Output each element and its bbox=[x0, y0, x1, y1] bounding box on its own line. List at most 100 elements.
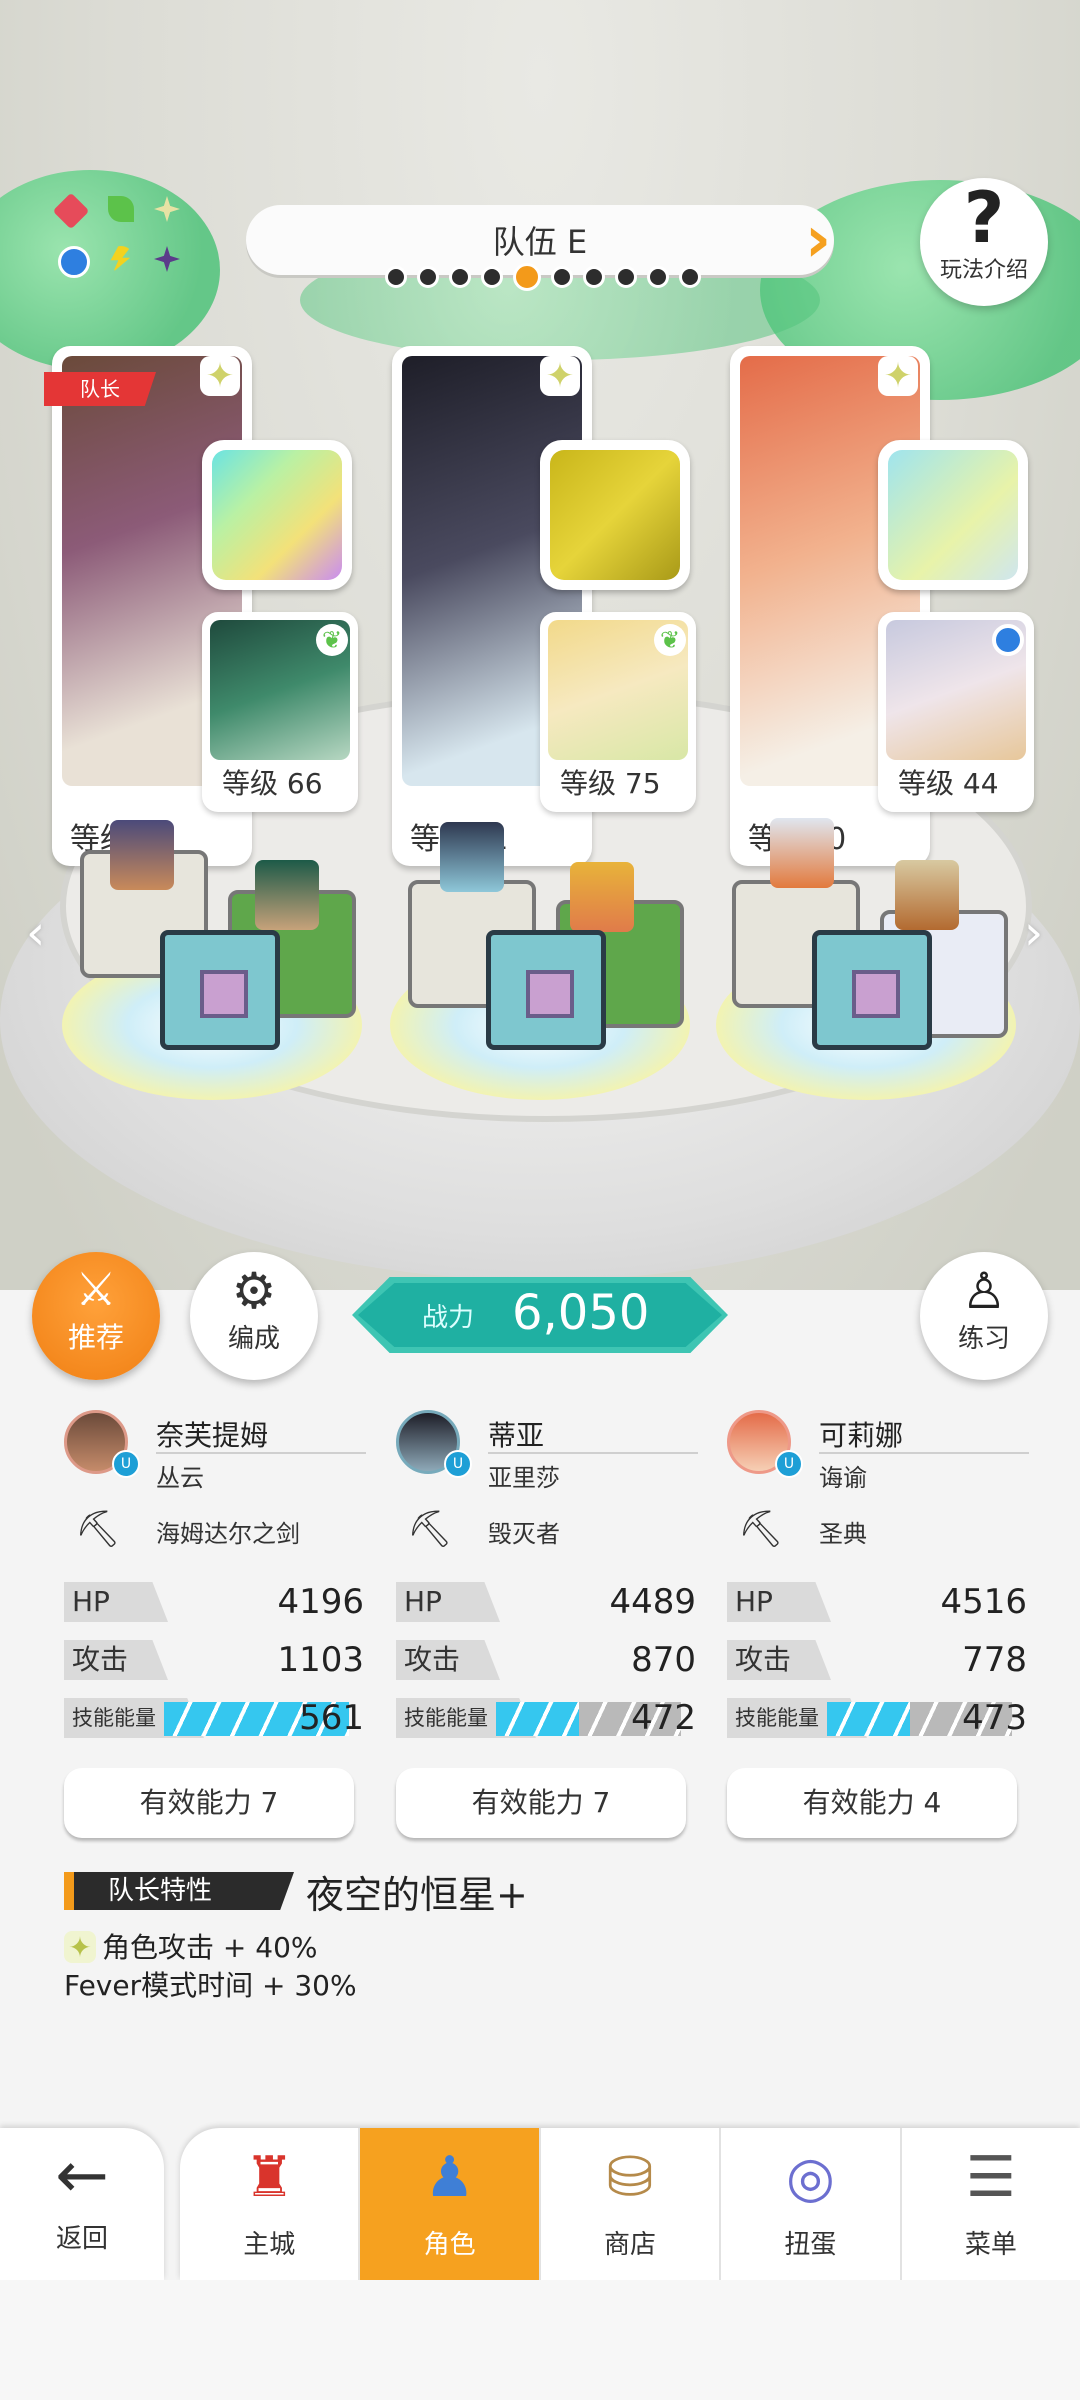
weapon-type-icon: ⛏ bbox=[738, 1509, 784, 1550]
level-up-badge-icon: U bbox=[775, 1450, 803, 1478]
hp-value: 4516 bbox=[940, 1582, 1027, 1622]
leader-skill-name: 夜空的恒星+ bbox=[306, 1873, 528, 1917]
character-name: 奈芙提姆 bbox=[156, 1419, 269, 1452]
hp-label: HP bbox=[727, 1582, 831, 1622]
weapon-slot-2[interactable] bbox=[540, 440, 690, 590]
recommend-label: 推荐 bbox=[67, 1321, 124, 1354]
nav-item-character[interactable]: ♟ 角色 bbox=[360, 2128, 541, 2280]
energy-row: 技能能量 561 bbox=[64, 1698, 364, 1738]
sub-character-card-1[interactable]: ❦ 等级 66 bbox=[202, 612, 358, 812]
team-page-dot[interactable] bbox=[481, 266, 503, 288]
bottom-nav: ♜ 主城 ♟ 角色 ⛁ 商店 ◎ 扭蛋 ☰ 菜单 bbox=[180, 2128, 1080, 2280]
team-page-dot[interactable] bbox=[513, 263, 541, 291]
attack-value: 1103 bbox=[277, 1640, 364, 1680]
level-up-badge-icon: U bbox=[444, 1450, 472, 1478]
team-page-dot[interactable] bbox=[385, 266, 407, 288]
energy-bar bbox=[827, 1702, 910, 1736]
leader-effect-1: ✦ 角色攻击 + 40% bbox=[64, 1926, 318, 1966]
energy-value: 473 bbox=[962, 1698, 1027, 1738]
weapon-name: 毁灭者 bbox=[488, 1520, 560, 1548]
scroll-left-arrow[interactable]: ‹ bbox=[26, 905, 45, 961]
help-button[interactable]: ? 玩法介绍 bbox=[920, 178, 1048, 306]
energy-value: 561 bbox=[299, 1698, 364, 1738]
team-page-dot[interactable] bbox=[615, 266, 637, 288]
water-element-icon bbox=[992, 624, 1024, 656]
sparkle-icon: ✦ bbox=[200, 356, 240, 396]
sprite-character bbox=[570, 862, 634, 932]
weapon-book-sprite bbox=[160, 930, 280, 1050]
energy-value: 472 bbox=[631, 1698, 696, 1738]
next-team-arrow[interactable]: › bbox=[796, 205, 840, 275]
leader-effect-2: Fever模式时间 + 30% bbox=[64, 1969, 357, 2002]
sprite-character bbox=[110, 820, 174, 890]
sub-character-card-3[interactable]: 等级 44 bbox=[878, 612, 1034, 812]
weapon-name: 海姆达尔之剑 bbox=[156, 1520, 300, 1548]
attack-row: 攻击 870 bbox=[396, 1640, 696, 1680]
weapon-slot-1[interactable] bbox=[202, 440, 352, 590]
back-label: 返回 bbox=[55, 2224, 108, 2254]
leader-trait-tag: 队长特性 bbox=[64, 1872, 294, 1910]
dark-element-icon bbox=[154, 246, 180, 272]
sprite-character bbox=[770, 818, 834, 888]
thunder-element-icon bbox=[110, 246, 132, 272]
effective-ability-button[interactable]: 有效能力 7 bbox=[64, 1768, 354, 1838]
hp-row: HP 4196 bbox=[64, 1582, 364, 1622]
energy-row: 技能能量 473 bbox=[727, 1698, 1027, 1738]
sub-character-name: 丛云 bbox=[156, 1464, 204, 1492]
nav-item-gacha[interactable]: ◎ 扭蛋 bbox=[721, 2128, 902, 2280]
nav-label: 扭蛋 bbox=[784, 2230, 837, 2260]
sparkle-icon: ✦ bbox=[540, 356, 580, 396]
fire-element-icon bbox=[52, 192, 90, 230]
leader-tag: 队长 bbox=[44, 372, 156, 406]
team-page-dot[interactable] bbox=[679, 266, 701, 288]
attack-row: 攻击 778 bbox=[727, 1640, 1027, 1680]
castle-icon: ♜ bbox=[244, 2145, 295, 2210]
team-name: 队伍 E bbox=[492, 223, 588, 261]
sub-character-level: 等级 66 bbox=[222, 767, 323, 800]
weapon-book-sprite bbox=[486, 930, 606, 1050]
scroll-right-arrow[interactable]: › bbox=[1024, 905, 1043, 961]
weapon-book-sprite bbox=[812, 930, 932, 1050]
weapon-slot-3[interactable] bbox=[878, 440, 1028, 590]
weapon-name: 圣典 bbox=[819, 1520, 867, 1548]
hp-value: 4196 bbox=[277, 1582, 364, 1622]
practice-button[interactable]: ♙ 练习 bbox=[920, 1252, 1048, 1380]
effective-ability-button[interactable]: 有效能力 7 bbox=[396, 1768, 686, 1838]
gacha-icon: ◎ bbox=[785, 2145, 835, 2210]
team-page-dot[interactable] bbox=[551, 266, 573, 288]
recommend-button[interactable]: ⚔ 推荐 bbox=[32, 1252, 160, 1380]
nav-label: 商店 bbox=[604, 2230, 657, 2260]
formation-button[interactable]: ⚙ 编成 bbox=[190, 1252, 318, 1380]
nav-item-home[interactable]: ♜ 主城 bbox=[180, 2128, 361, 2280]
team-page-dot[interactable] bbox=[449, 266, 471, 288]
menu-list-icon: ☰ bbox=[965, 2145, 1016, 2210]
hp-label: HP bbox=[396, 1582, 500, 1622]
team-page-dot[interactable] bbox=[647, 266, 669, 288]
practice-label: 练习 bbox=[957, 1324, 1010, 1354]
weapon-type-icon: ⛏ bbox=[407, 1509, 453, 1550]
team-page-dots bbox=[385, 263, 701, 291]
nav-item-shop[interactable]: ⛁ 商店 bbox=[541, 2128, 722, 2280]
hp-label: HP bbox=[64, 1582, 168, 1622]
sword-icon bbox=[212, 450, 342, 580]
team-page-dot[interactable] bbox=[417, 266, 439, 288]
water-element-icon bbox=[58, 246, 90, 278]
character-name: 可莉娜 bbox=[819, 1419, 904, 1452]
help-label: 玩法介绍 bbox=[939, 258, 1028, 283]
energy-bar bbox=[496, 1702, 579, 1736]
spear-icon bbox=[550, 450, 680, 580]
attack-label: 攻击 bbox=[396, 1640, 500, 1680]
book-icon bbox=[888, 450, 1018, 580]
team-page-dot[interactable] bbox=[583, 266, 605, 288]
effective-ability-button[interactable]: 有效能力 4 bbox=[727, 1768, 1017, 1838]
sprite-character bbox=[255, 860, 319, 930]
nav-item-menu[interactable]: ☰ 菜单 bbox=[902, 2128, 1080, 2280]
wind-element-icon bbox=[108, 196, 134, 222]
attack-label: 攻击 bbox=[64, 1640, 168, 1680]
nav-label: 角色 bbox=[423, 2230, 476, 2260]
back-button[interactable]: ← 返回 bbox=[0, 2128, 164, 2280]
character-icon: ♟ bbox=[424, 2145, 475, 2210]
wind-element-icon: ❦ bbox=[316, 624, 348, 656]
sub-character-card-2[interactable]: ❦ 等级 75 bbox=[540, 612, 696, 812]
attack-value: 778 bbox=[962, 1640, 1027, 1680]
